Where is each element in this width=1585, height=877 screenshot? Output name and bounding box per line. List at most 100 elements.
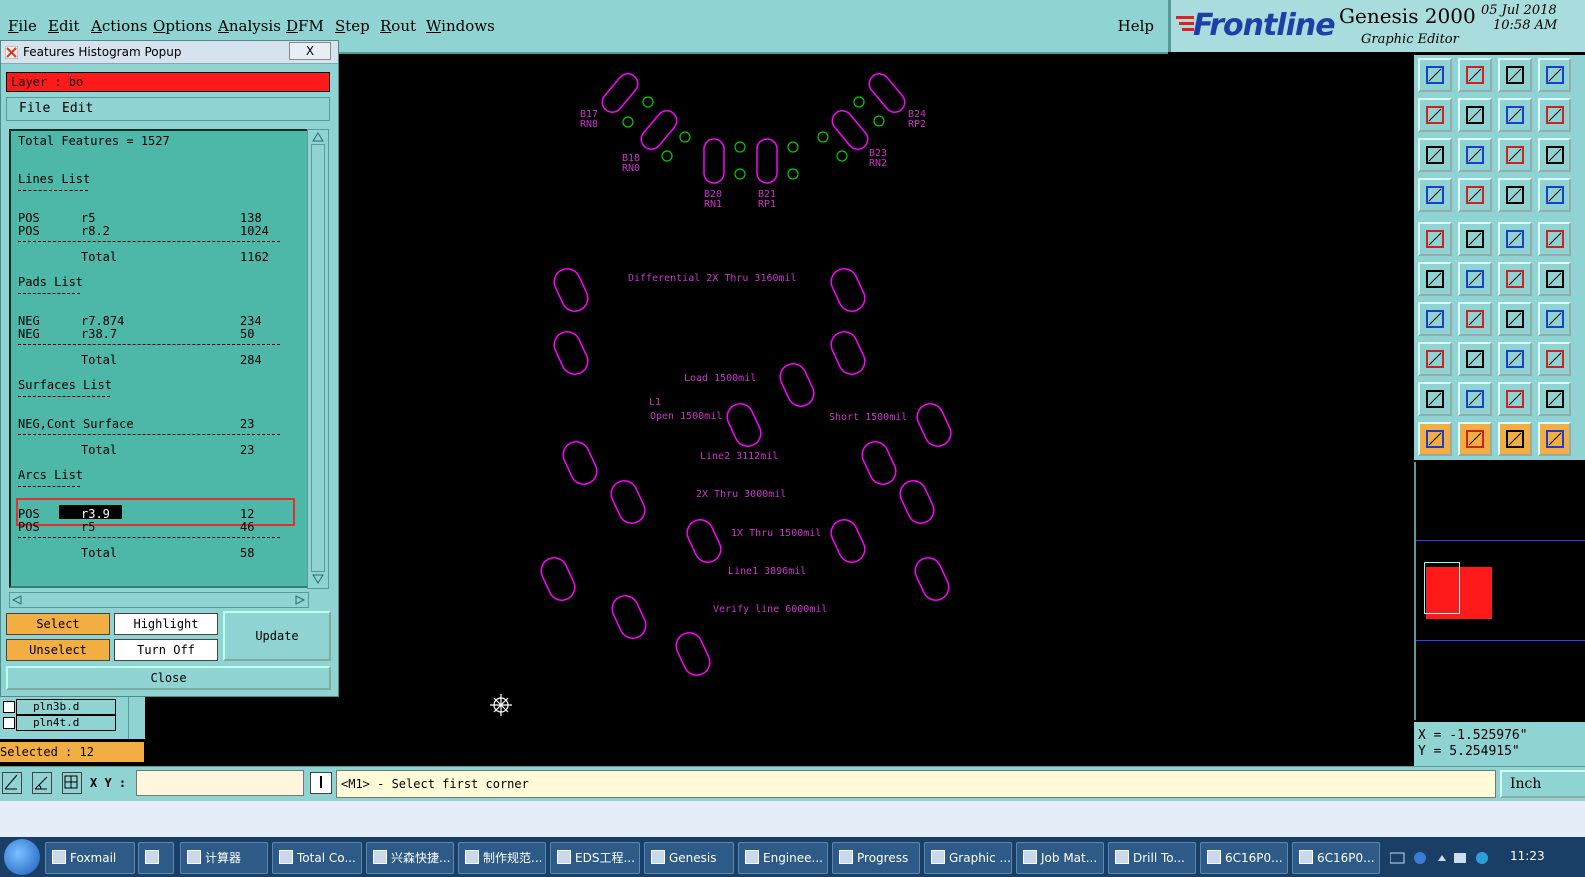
layer-checkbox[interactable] <box>3 701 15 713</box>
overview-window[interactable] <box>1414 462 1585 720</box>
popup-menu-edit[interactable]: Edit <box>62 101 93 116</box>
arc-icon[interactable] <box>1498 302 1532 336</box>
scroll-left-icon[interactable] <box>12 595 22 605</box>
menu-analysis[interactable]: Analysis <box>218 17 281 35</box>
menu-dfm[interactable]: DFM <box>286 17 324 35</box>
list-item-count[interactable]: 138 <box>240 211 262 225</box>
update-button[interactable]: Update <box>223 611 331 661</box>
turn-off-button[interactable]: Turn Off <box>114 639 218 661</box>
scroll-right-icon[interactable] <box>295 595 305 605</box>
layers-icon[interactable] <box>1498 178 1532 212</box>
scroll-down-icon[interactable] <box>312 574 324 584</box>
taskbar-item[interactable]: 兴森快捷... <box>366 842 454 874</box>
tools-icon[interactable] <box>1418 178 1452 212</box>
taskbar-item[interactable]: 制作规范... <box>458 842 546 874</box>
menu-rout[interactable]: Rout <box>380 17 416 35</box>
popup-menu-file[interactable]: File <box>19 101 50 116</box>
list-item-sym-selected[interactable]: r3.9 <box>81 507 110 521</box>
scale-icon[interactable] <box>1498 138 1532 172</box>
layer-checkbox[interactable] <box>3 717 15 729</box>
help-icon[interactable] <box>1538 98 1571 132</box>
cross-icon[interactable] <box>1458 262 1492 296</box>
pointer-red-icon[interactable] <box>1458 422 1492 456</box>
taskbar-item[interactable]: Progress <box>832 842 920 874</box>
measure-icon[interactable] <box>2 772 22 794</box>
grid-icon[interactable] <box>1458 178 1492 212</box>
taskbar-item[interactable]: 6C16P0... <box>1200 842 1288 874</box>
list-item-pol[interactable]: NEG,Cont Surface <box>18 417 134 431</box>
layer-item[interactable]: pln4t.d <box>16 715 116 731</box>
taskbar-item[interactable]: Foxmail <box>45 842 135 874</box>
list-item-count[interactable]: 234 <box>240 314 262 328</box>
tray-icons[interactable] <box>1390 851 1500 865</box>
pad-icon[interactable] <box>1538 222 1571 256</box>
save-icon[interactable] <box>1418 58 1452 92</box>
taskbar-item[interactable]: Drill To... <box>1108 842 1196 874</box>
export-icon[interactable] <box>1458 98 1492 132</box>
list-item-count[interactable]: 12 <box>240 507 254 521</box>
layers-red-icon[interactable] <box>1538 178 1571 212</box>
list-item-count[interactable]: 50 <box>240 327 254 341</box>
select-button[interactable]: Select <box>6 613 110 635</box>
taskbar-item[interactable]: Genesis <box>644 842 734 874</box>
taskbar-item[interactable]: Total Co... <box>272 842 362 874</box>
scroll-thumb[interactable] <box>311 144 325 572</box>
list-item-count[interactable]: 1024 <box>240 224 269 238</box>
line-blue-icon[interactable] <box>1538 262 1571 296</box>
list-item-sym[interactable]: r38.7 <box>81 327 117 341</box>
histogram-list[interactable]: Total Features = 1527 Lines List POS r5 … <box>9 129 309 588</box>
connect-icon[interactable] <box>1418 262 1452 296</box>
menu-windows[interactable]: Windows <box>426 17 495 35</box>
menu-edit[interactable]: Edit <box>48 17 79 35</box>
list-item-pol[interactable]: POS <box>18 507 40 521</box>
highlight-button[interactable]: Highlight <box>114 613 218 635</box>
start-button-icon[interactable] <box>4 839 40 875</box>
vertical-scrollbar[interactable] <box>307 129 329 589</box>
list-item-pol[interactable]: POS <box>18 520 40 534</box>
taskbar-item[interactable]: EDS工程... <box>550 842 640 874</box>
import-icon[interactable] <box>1418 98 1452 132</box>
pointer-icon[interactable] <box>1418 422 1452 456</box>
list-item-count[interactable]: 23 <box>240 417 254 431</box>
list-item-pol[interactable]: POS <box>18 224 40 238</box>
edit-shape-icon[interactable] <box>1458 222 1492 256</box>
list-item-pol[interactable]: NEG <box>18 314 40 328</box>
zoom-icon[interactable] <box>1458 138 1492 172</box>
cursor-mode-icon[interactable] <box>310 772 332 794</box>
triangle-red-icon[interactable] <box>1498 382 1532 416</box>
list-item-sym[interactable]: r5 <box>81 520 95 534</box>
close-button[interactable]: Close <box>6 666 331 690</box>
taskbar-item[interactable]: Job Mat... <box>1016 842 1104 874</box>
move-icon[interactable] <box>1498 342 1532 376</box>
taskbar-item[interactable]: Enginee... <box>738 842 828 874</box>
menu-step[interactable]: Step <box>335 17 370 35</box>
fit-icon[interactable] <box>1418 138 1452 172</box>
home-icon[interactable] <box>1498 58 1532 92</box>
ruler-icon[interactable] <box>1498 222 1532 256</box>
popup-titlebar[interactable]: Features Histogram Popup X <box>1 41 338 64</box>
graphic-canvas[interactable]: B17 RN8 B18 RN0 B20 RN1 B21 RP1 B23 RN2 … <box>337 55 1413 765</box>
horizontal-scrollbar[interactable] <box>9 592 309 608</box>
triangle-icon[interactable] <box>1418 382 1452 416</box>
resize-icon[interactable] <box>1418 342 1452 376</box>
xy-input[interactable] <box>136 770 304 796</box>
view-box[interactable] <box>1424 562 1460 614</box>
minus-icon[interactable] <box>1458 342 1492 376</box>
list-item-sym[interactable]: r5 <box>81 211 95 225</box>
menu-help[interactable]: Help <box>1118 17 1154 35</box>
taskbar-item[interactable]: Graphic ... <box>924 842 1012 874</box>
pointer-circle-icon[interactable] <box>1498 422 1532 456</box>
download-icon[interactable] <box>1458 58 1492 92</box>
close-icon[interactable]: X <box>289 42 331 60</box>
grid-snap-icon[interactable] <box>62 772 82 794</box>
menu-file[interactable]: File <box>8 17 37 35</box>
list-item-count[interactable]: 46 <box>240 520 254 534</box>
camera-icon[interactable] <box>1418 222 1452 256</box>
unselect-button[interactable]: Unselect <box>6 639 110 661</box>
list-item-sym[interactable]: r8.2 <box>81 224 110 238</box>
copy-icon[interactable] <box>1538 342 1571 376</box>
menu-options[interactable]: Options <box>153 17 212 35</box>
taskbar-item[interactable]: 计算器 <box>180 842 268 874</box>
text-icon[interactable] <box>1538 302 1571 336</box>
angle-icon[interactable] <box>32 772 52 794</box>
